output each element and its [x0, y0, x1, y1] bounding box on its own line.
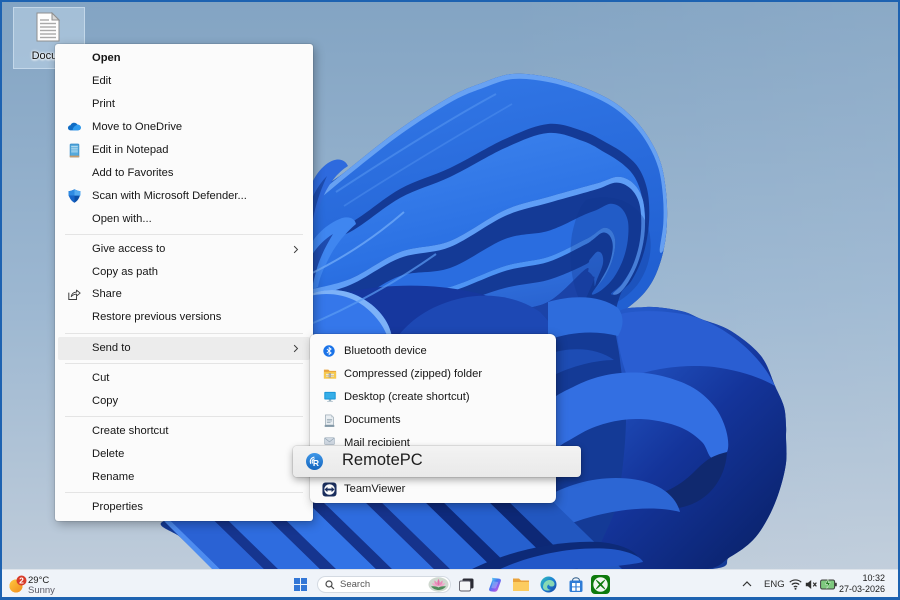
svg-text:R: R [313, 458, 319, 468]
svg-text:2: 2 [19, 576, 24, 586]
